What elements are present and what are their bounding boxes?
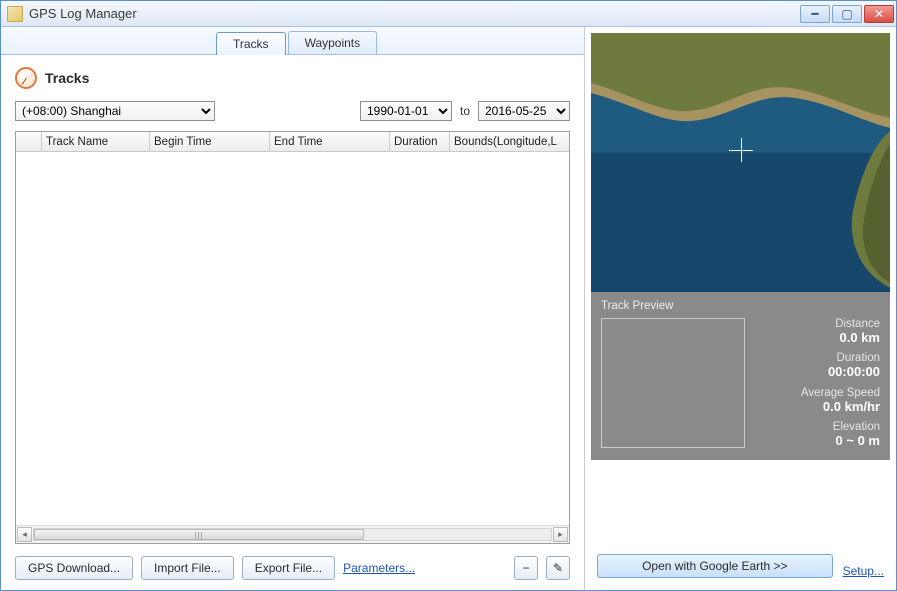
- export-file-button[interactable]: Export File...: [242, 556, 335, 580]
- col-checkbox[interactable]: [16, 132, 42, 151]
- remove-button[interactable]: −: [514, 556, 538, 580]
- close-button[interactable]: ✕: [864, 5, 894, 23]
- duration-value: 00:00:00: [759, 364, 880, 379]
- window-title: GPS Log Manager: [29, 6, 800, 21]
- elevation-value: 0 ~ 0 m: [759, 433, 880, 448]
- gps-download-button[interactable]: GPS Download...: [15, 556, 133, 580]
- scroll-left-arrow[interactable]: ◂: [17, 527, 32, 542]
- horizontal-scrollbar[interactable]: ◂ ▸: [16, 525, 569, 543]
- pencil-icon: ✎: [553, 561, 563, 575]
- table-body: [16, 152, 569, 525]
- track-preview-panel: Track Preview Distance 0.0 km Duration 0…: [591, 292, 890, 460]
- minimize-icon: ━: [811, 8, 818, 20]
- col-end-time[interactable]: End Time: [270, 132, 390, 151]
- scroll-track[interactable]: [33, 528, 552, 541]
- avgspeed-value: 0.0 km/hr: [759, 399, 880, 414]
- track-preview-thumbnail: [601, 318, 745, 448]
- to-label: to: [460, 104, 470, 118]
- open-google-earth-label: Open with Google Earth >>: [642, 559, 787, 573]
- distance-label: Distance: [759, 318, 880, 330]
- maximize-button[interactable]: ▢: [832, 5, 862, 23]
- edit-button[interactable]: ✎: [546, 556, 570, 580]
- section-title: Tracks: [45, 70, 89, 86]
- maximize-icon: ▢: [841, 8, 852, 20]
- import-file-button[interactable]: Import File...: [141, 556, 234, 580]
- tab-tracks[interactable]: Tracks: [216, 32, 286, 55]
- open-google-earth-button[interactable]: Open with Google Earth >>: [597, 554, 833, 578]
- parameters-link[interactable]: Parameters...: [343, 561, 415, 575]
- map-view[interactable]: [591, 33, 890, 292]
- avgspeed-label: Average Speed: [759, 387, 880, 399]
- col-begin-time[interactable]: Begin Time: [150, 132, 270, 151]
- col-bounds[interactable]: Bounds(Longitude,L: [450, 132, 569, 151]
- tab-waypoints-label: Waypoints: [305, 36, 361, 50]
- setup-link[interactable]: Setup...: [843, 564, 884, 578]
- tabbar: Tracks Waypoints: [1, 27, 584, 55]
- minus-icon: −: [522, 561, 529, 575]
- elevation-label: Elevation: [759, 421, 880, 433]
- left-panel: Tracks Waypoints Tracks (+08:00) Shangha…: [1, 27, 585, 590]
- right-panel: Track Preview Distance 0.0 km Duration 0…: [585, 27, 896, 590]
- tab-tracks-label: Tracks: [233, 37, 269, 51]
- to-date-select[interactable]: 2016-05-25: [478, 101, 570, 121]
- app-icon: [7, 6, 23, 22]
- tab-waypoints[interactable]: Waypoints: [288, 31, 378, 54]
- track-preview-label: Track Preview: [601, 300, 880, 312]
- table-header: Track Name Begin Time End Time Duration …: [16, 132, 569, 152]
- duration-label: Duration: [759, 352, 880, 364]
- tracks-table: Track Name Begin Time End Time Duration …: [15, 131, 570, 544]
- from-date-select[interactable]: 1990-01-01: [360, 101, 452, 121]
- timezone-select[interactable]: (+08:00) Shanghai: [15, 101, 215, 121]
- scroll-thumb[interactable]: [34, 529, 364, 540]
- compass-icon: [15, 67, 37, 89]
- crosshair-icon: [729, 138, 753, 162]
- minimize-button[interactable]: ━: [800, 5, 830, 23]
- scroll-right-arrow[interactable]: ▸: [553, 527, 568, 542]
- distance-value: 0.0 km: [759, 330, 880, 345]
- gps-download-label: GPS Download...: [28, 561, 120, 575]
- import-file-label: Import File...: [154, 561, 221, 575]
- export-file-label: Export File...: [255, 561, 322, 575]
- col-track-name[interactable]: Track Name: [42, 132, 150, 151]
- close-icon: ✕: [874, 8, 884, 20]
- titlebar: GPS Log Manager ━ ▢ ✕: [1, 1, 896, 27]
- col-duration[interactable]: Duration: [390, 132, 450, 151]
